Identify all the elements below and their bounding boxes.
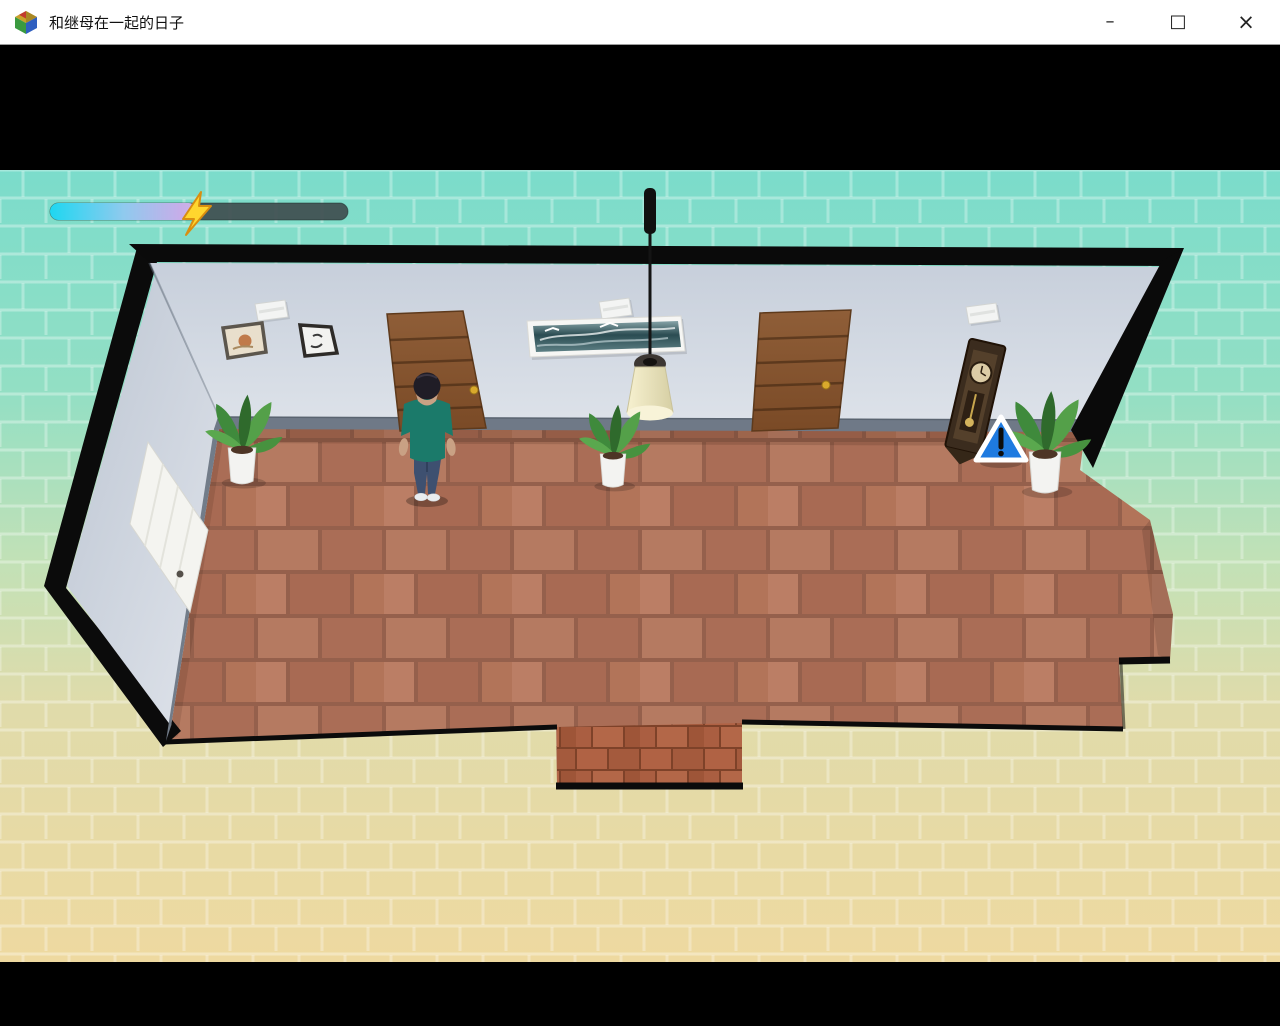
wall-sconce-right	[966, 303, 1001, 326]
close-button[interactable]: ×	[1212, 0, 1280, 44]
game-stage	[0, 0, 1280, 1026]
letterbox-top	[0, 45, 1280, 170]
wall-clock	[300, 325, 337, 356]
wall-sconce-left	[255, 300, 290, 323]
window-titlebar: 和继母在一起的日子 – □ ×	[0, 0, 1280, 45]
maximize-button[interactable]: □	[1144, 0, 1212, 44]
window-title: 和继母在一起的日子	[49, 12, 1076, 33]
app-icon	[13, 9, 39, 35]
door-handle	[470, 386, 478, 394]
sea-painting	[527, 316, 687, 360]
letterbox-bottom	[0, 962, 1280, 1026]
energy-bar-fill	[50, 203, 197, 220]
minimize-button[interactable]: –	[1076, 0, 1144, 44]
door-handle	[822, 381, 830, 389]
picture-frame	[223, 323, 266, 358]
right-wood-door[interactable]	[752, 310, 851, 431]
room	[44, 188, 1184, 787]
door-handle	[177, 571, 184, 578]
floor-mat	[557, 723, 742, 786]
